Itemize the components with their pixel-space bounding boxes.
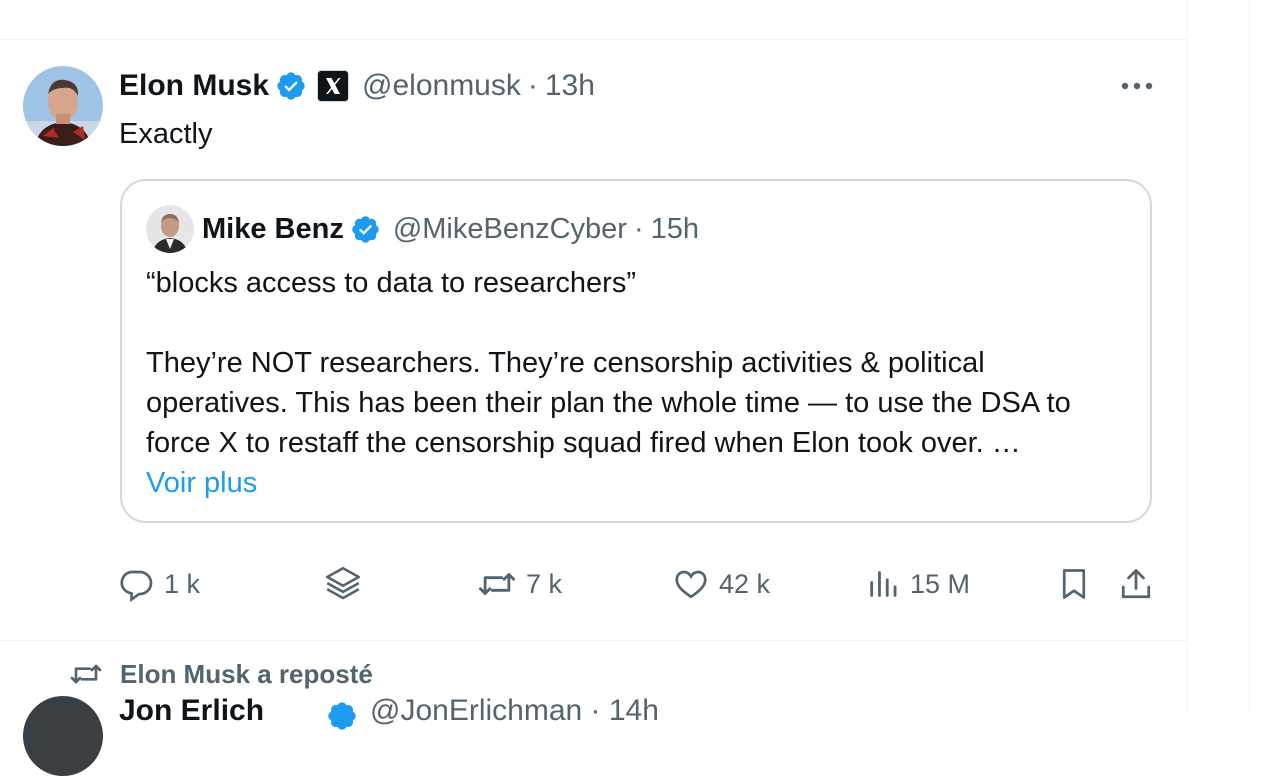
repost-indicator[interactable]: Elon Musk a reposté — [70, 656, 373, 692]
timeline-feed: Elon Musk @elonmusk · 13h Exactly Mike B… — [0, 0, 1188, 776]
like-button[interactable]: 42 k — [673, 562, 770, 606]
quoted-author-row: Mike Benz @MikeBenzCyber · 15h — [202, 209, 699, 249]
reply-icon — [120, 570, 153, 602]
show-more-link[interactable]: Voir plus — [146, 463, 1136, 503]
more-icon — [1121, 82, 1153, 90]
quoted-author-avatar[interactable] — [146, 205, 194, 253]
author-avatar[interactable] — [23, 66, 103, 146]
quoted-post[interactable]: Mike Benz @MikeBenzCyber · 15h “blocks a… — [120, 179, 1152, 523]
share-button[interactable] — [1118, 562, 1154, 606]
quoted-post-time: 15h — [650, 212, 700, 245]
verified-badge-icon — [350, 214, 381, 245]
views-icon — [870, 571, 897, 597]
repost-icon — [478, 573, 516, 595]
quoted-post-text: “blocks access to data to researchers” T… — [146, 263, 1136, 503]
repost-button[interactable]: 7 k — [478, 562, 562, 606]
heart-icon — [675, 570, 707, 599]
post-divider-bottom — [0, 640, 1187, 641]
author-name[interactable]: Elon Musk — [119, 69, 269, 103]
x-logo-icon — [317, 70, 350, 102]
post-time[interactable]: 13h — [545, 69, 595, 103]
quoted-text-line: operatives. This has been their plan the… — [146, 387, 1071, 419]
bookmark-button[interactable] — [1056, 562, 1092, 606]
repost-icon — [70, 664, 102, 684]
grok-button[interactable] — [322, 562, 364, 606]
next-author-handle[interactable]: @JonErlichman · 14h — [370, 694, 659, 728]
author-handle[interactable]: @elonmusk — [362, 69, 521, 103]
verified-badge-icon[interactable] — [275, 70, 307, 102]
quoted-author-handle: @MikeBenzCyber — [392, 212, 627, 245]
quoted-text-line: They’re NOT researchers. They’re censors… — [146, 347, 985, 379]
action-bar: 1 k 7 k 42 k 15 M — [118, 562, 1158, 606]
right-rail-border — [1249, 0, 1250, 712]
more-button[interactable] — [1118, 72, 1156, 100]
views-button[interactable]: 15 M — [866, 562, 970, 606]
post-text: Exactly — [119, 118, 213, 150]
post-divider-top — [0, 39, 1187, 40]
next-author-name[interactable]: Jon Erlich — [119, 694, 264, 728]
repost-label: Elon Musk a reposté — [120, 658, 373, 689]
grok-icon — [325, 566, 361, 600]
repost-count: 7 k — [526, 568, 563, 599]
views-count: 15 M — [910, 568, 971, 599]
quoted-text-line: force X to restaff the censorship squad … — [146, 427, 1021, 459]
separator-dot: · — [527, 69, 538, 102]
share-icon — [1121, 569, 1151, 599]
quoted-author-name: Mike Benz — [202, 212, 344, 245]
reply-count: 1 k — [164, 568, 201, 599]
separator-dot: · — [633, 212, 644, 245]
reply-button[interactable]: 1 k — [118, 562, 200, 606]
like-count: 42 k — [719, 568, 771, 599]
next-author-avatar[interactable] — [23, 696, 103, 776]
author-row: Elon Musk @elonmusk · 13h — [119, 66, 595, 106]
bookmark-icon — [1062, 569, 1086, 599]
verified-badge-icon — [326, 700, 358, 732]
quoted-text-line: “blocks access to data to researchers” — [146, 267, 636, 299]
